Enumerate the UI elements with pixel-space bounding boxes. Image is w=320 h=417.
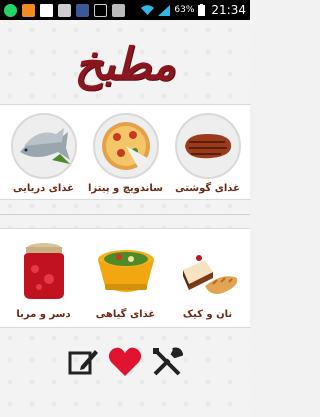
battery-percent: 63%: [174, 5, 195, 15]
pizza-icon: [92, 113, 159, 179]
heart-icon[interactable]: [108, 345, 142, 379]
bottom-toolbar: [0, 338, 250, 386]
steak-icon: [174, 113, 241, 179]
screenshot-icon: [58, 3, 71, 17]
edit-icon[interactable]: [66, 345, 100, 379]
salad-bowl-icon: [88, 235, 164, 305]
app-title: مطبخ: [74, 38, 176, 90]
category-panel-2: دسر و مربا غذای گیاهی نان و کیک: [0, 228, 250, 328]
category-vegetarian[interactable]: غذای گیاهی: [84, 235, 167, 320]
facebook-icon: [76, 3, 89, 17]
category-label: غذای گیاهی: [95, 309, 156, 320]
category-panel-1: غذای دریایی ساندویچ و پیتزا غذای گوشتی: [0, 104, 250, 200]
shield-icon: [112, 3, 125, 17]
category-label: ساندویچ و پیتزا: [87, 183, 164, 194]
signal-icon: [158, 4, 171, 16]
category-dessert-jam[interactable]: دسر و مربا: [2, 235, 85, 320]
wifi-icon: [141, 4, 155, 15]
envelope-icon: [40, 3, 53, 17]
category-label: نان و کیک: [182, 309, 233, 320]
category-seafood[interactable]: غذای دریایی: [2, 109, 85, 194]
app-header: مطبخ: [0, 24, 250, 104]
battery-icon: [198, 4, 206, 16]
bread-cake-icon: [170, 235, 246, 305]
tools-icon[interactable]: [150, 345, 184, 379]
jam-jar-icon: [6, 235, 82, 305]
status-bar: 63% 21:34: [0, 0, 250, 20]
divider: [0, 214, 250, 215]
clock: 21:34: [211, 3, 246, 17]
whatsapp-icon: [4, 3, 17, 17]
category-label: دسر و مربا: [16, 309, 71, 320]
fish-icon: [10, 113, 77, 179]
category-label: غذای دریایی: [13, 183, 74, 194]
category-sandwich-pizza[interactable]: ساندویچ و پیتزا: [84, 109, 167, 194]
category-meat[interactable]: غذای گوشتی: [166, 109, 249, 194]
category-label: غذای گوشتی: [175, 183, 240, 194]
rss-icon: [22, 3, 35, 17]
usb-icon: [94, 3, 107, 17]
category-bread-cake[interactable]: نان و کیک: [166, 235, 249, 320]
notification-icons: [4, 3, 141, 17]
